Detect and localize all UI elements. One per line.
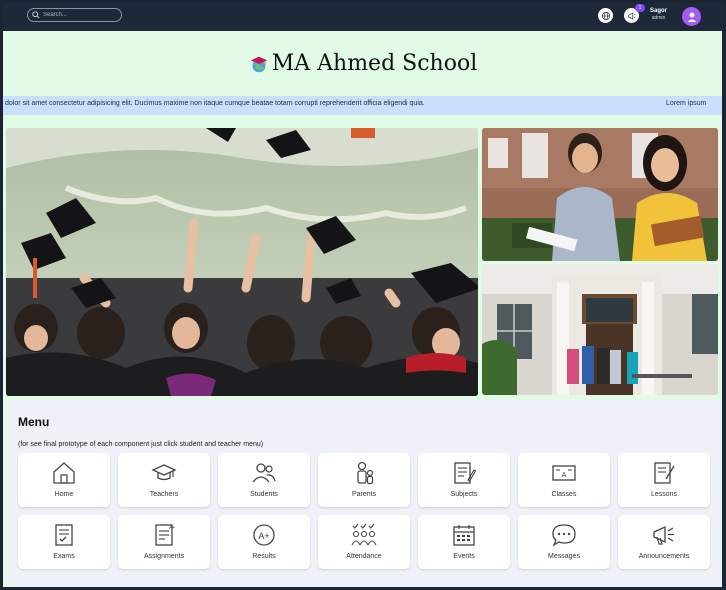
news-ticker: dolor sit amet consectetur adipisicing e… [3,96,722,115]
search-input[interactable] [43,12,121,18]
menu-tile-students[interactable]: Students [218,453,310,507]
menu-label: Events [453,553,475,560]
menu-title: Menu [18,415,50,429]
menu-tile-parents[interactable]: Parents [318,453,410,507]
menu-tile-assignments[interactable]: A+ Assignments [118,515,210,569]
menu-label: Classes [551,491,577,498]
lessons-icon [654,462,675,484]
subjects-icon [454,462,477,484]
results-icon: A+ [253,524,275,546]
graduation-cap-icon [151,464,177,481]
menu-label: Results [252,553,276,560]
menu-tile-results[interactable]: A+ Results [218,515,310,569]
messages-icon [552,524,576,547]
main-content: MA Ahmed School dolor sit amet consectet… [3,31,722,587]
users-icon [252,463,276,483]
menu-tile-exams[interactable]: Exams [18,515,110,569]
menu-label: Parents [351,491,377,498]
exams-icon [55,524,73,546]
menu-label: Lessons [650,491,678,498]
assignments-icon: A+ [155,524,175,546]
svg-text:A+: A+ [169,525,175,531]
ticker-text: dolor sit amet consectetur adipisicing e… [5,100,425,107]
students-photo [482,128,718,261]
announcement-bell-icon[interactable]: 1 [624,4,645,23]
menu-tile-events[interactable]: Events [418,515,510,569]
svg-text:A+: A+ [258,531,269,541]
menu-tile-teachers[interactable]: Teachers [118,453,210,507]
menu-label: Announcements [638,553,690,560]
svg-text:A: A [562,472,567,479]
search-icon [32,11,40,19]
menu-tile-messages[interactable]: Messages [518,515,610,569]
user-icon [687,12,696,22]
user-role: admin [651,15,666,21]
parents-icon [357,461,374,485]
menu-tile-subjects[interactable]: Subjects [418,453,510,507]
school-entrance-photo [482,264,718,395]
menu-section: Menu (for see final prototype of each co… [6,400,722,587]
menu-tile-announcements[interactable]: Announcements [618,515,710,569]
home-icon [53,462,75,484]
menu-label: Teachers [149,491,179,498]
avatar[interactable] [682,7,701,26]
menu-tile-classes[interactable]: A Classes [518,453,610,507]
user-name: Sagor [650,8,668,14]
menu-tile-lessons[interactable]: Lessons [618,453,710,507]
announcements-icon [653,525,674,545]
menu-tile-attendance[interactable]: Attendance [318,515,410,569]
language-icon[interactable] [598,8,613,23]
menu-label: Messages [548,553,580,560]
menu-label: Home [54,491,74,498]
top-navbar: 1 Sagor admin [3,3,723,31]
page-title: MA Ahmed School [248,51,478,76]
menu-label: Exams [53,553,75,560]
notification-badge: 1 [635,4,645,12]
app-window: 1 Sagor admin MA Ahmed School dolor sit … [0,0,726,590]
user-info: Sagor admin [650,8,667,21]
menu-label: Attendance [346,553,382,560]
school-globe-logo-icon [250,56,267,72]
search-box[interactable] [27,8,122,22]
school-header: MA Ahmed School [3,31,722,96]
school-name: MA Ahmed School [271,51,478,76]
menu-note: (for see final prototype of each compone… [18,441,264,448]
classes-icon: A [552,465,576,481]
menu-tile-home[interactable]: Home [18,453,110,507]
menu-label: Students [250,491,278,498]
attendance-icon [351,523,377,546]
events-icon [453,525,475,546]
ticker-text-tail: Lorem ipsum [666,100,707,107]
menu-label: Assignments [143,553,185,560]
graduation-photo [6,128,478,396]
menu-label: Subjects [450,491,478,498]
